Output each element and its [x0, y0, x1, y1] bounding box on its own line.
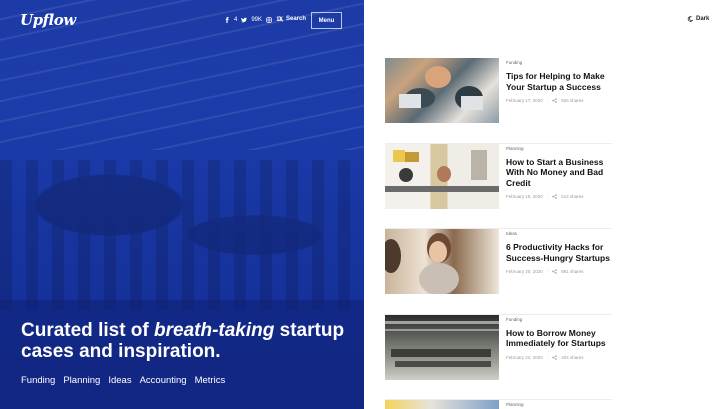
post-meta: February 24, 2020 · 404 shares [506, 355, 616, 360]
post-title[interactable]: How to Start a Business With No Money an… [506, 157, 616, 189]
post-info: Ideas 6 Productivity Hacks for Success-H… [506, 229, 616, 274]
post-category[interactable]: Planning [506, 402, 616, 407]
facebook-icon[interactable] [224, 17, 230, 23]
search-button[interactable]: Search [277, 16, 306, 22]
category-link-accounting[interactable]: Accounting [140, 375, 187, 386]
search-label: Search [286, 16, 307, 22]
hero-background-desks [0, 160, 364, 310]
menu-label: Menu [318, 17, 335, 24]
category-link-metrics[interactable]: Metrics [195, 375, 226, 386]
twitter-icon[interactable] [241, 17, 248, 23]
social-links: 4 99K 1K [224, 17, 283, 23]
post-title[interactable]: 6 Productivity Hacks for Success-Hungry … [506, 242, 616, 263]
post-category[interactable]: Planning [506, 146, 616, 151]
post-thumbnail[interactable] [385, 143, 499, 209]
post-info: Funding Tips for Helping to Make Your St… [506, 58, 616, 103]
headline-emphasis: breath-taking [154, 320, 275, 341]
post-info: Planning [506, 400, 616, 407]
facebook-count: 4 [234, 17, 238, 23]
post-thumbnail[interactable] [385, 58, 499, 123]
post-thumbnail[interactable] [385, 229, 499, 294]
share-icon [552, 354, 558, 360]
menu-button[interactable]: Menu [311, 12, 342, 29]
post-date: February 24, 2020 [506, 354, 543, 360]
post-card: Funding How to Borrow Money Immediately … [385, 314, 612, 400]
post-meta: February 17, 2020 · 925 shares [506, 98, 616, 103]
hero-section: Upflow 4 99K 1K Search Menu Curated list… [0, 0, 364, 409]
instagram-icon[interactable] [266, 17, 272, 23]
hero-headline: Curated list of breath-taking startup ca… [21, 320, 351, 362]
post-title[interactable]: How to Borrow Money Immediately for Star… [506, 328, 616, 349]
post-shares: 881 shares [561, 269, 584, 274]
twitter-count: 99K [251, 17, 263, 23]
moon-icon [687, 16, 693, 22]
headline-pre: Curated list of [21, 320, 149, 341]
post-list: Funding Tips for Helping to Make Your St… [385, 58, 612, 409]
post-title[interactable]: Tips for Helping to Make Your Startup a … [506, 71, 616, 92]
post-shares: 512 shares [561, 194, 584, 199]
share-icon [552, 194, 558, 199]
post-shares: 404 shares [561, 354, 584, 360]
meta-separator: · [546, 269, 549, 274]
site-logo[interactable]: Upflow [20, 11, 76, 29]
post-category[interactable]: Ideas [506, 231, 616, 236]
category-link-planning[interactable]: Planning [63, 375, 100, 386]
meta-separator: · [546, 98, 549, 103]
dark-label: Dark [696, 16, 710, 22]
post-card: Funding Tips for Helping to Make Your St… [385, 58, 612, 144]
post-date: February 20, 2020 [506, 269, 543, 274]
search-icon [277, 16, 283, 22]
share-icon [552, 98, 558, 103]
page: Upflow 4 99K 1K Search Menu Curated list… [0, 0, 728, 409]
post-thumbnail[interactable] [385, 400, 499, 409]
category-link-ideas[interactable]: Ideas [108, 375, 131, 386]
post-date: February 16, 2020 [506, 194, 543, 199]
post-meta: February 20, 2020 · 881 shares [506, 269, 616, 274]
meta-separator: · [546, 194, 549, 199]
post-shares: 925 shares [561, 98, 584, 103]
category-nav: Funding Planning Ideas Accounting Metric… [21, 375, 225, 386]
post-date: February 17, 2020 [506, 98, 543, 103]
post-info: Planning How to Start a Business With No… [506, 144, 616, 200]
dark-mode-toggle[interactable]: Dark [687, 16, 709, 22]
post-category[interactable]: Funding [506, 317, 616, 322]
share-icon [552, 269, 558, 274]
post-meta: February 16, 2020 · 512 shares [506, 194, 616, 199]
meta-separator: · [546, 354, 549, 360]
post-thumbnail[interactable] [385, 314, 499, 380]
post-info: Funding How to Borrow Money Immediately … [506, 315, 616, 360]
category-link-funding[interactable]: Funding [21, 375, 55, 386]
post-category[interactable]: Funding [506, 60, 616, 65]
post-card: Ideas 6 Productivity Hacks for Success-H… [385, 229, 612, 315]
post-card: Planning How to Start a Business With No… [385, 143, 612, 229]
